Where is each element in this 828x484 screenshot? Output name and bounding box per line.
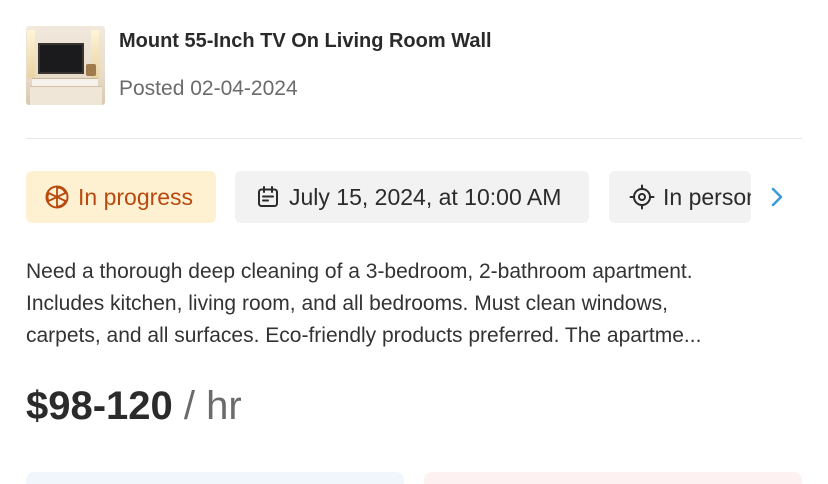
job-thumbnail[interactable] — [26, 26, 105, 105]
date-chip: July 15, 2024, at 10:00 AM — [235, 171, 589, 223]
in-progress-icon — [44, 184, 70, 210]
price-amount: $98-120 — [26, 384, 173, 428]
price-unit: / hr — [172, 384, 242, 428]
description-line: Need a thorough deep cleaning of a 3-bed… — [26, 260, 693, 283]
chevron-right-icon[interactable] — [763, 183, 791, 211]
action-button-left[interactable] — [26, 472, 404, 484]
status-label: In progress — [78, 183, 194, 210]
thumbnail-tv — [38, 43, 84, 74]
job-meta-chips: In progress July 15, 2024, at 10:00 AM I… — [26, 171, 802, 223]
job-description: Need a thorough deep cleaning of a 3-bed… — [26, 256, 806, 352]
header-divider — [26, 138, 802, 139]
description-line: Includes kitchen, living room, and all b… — [26, 292, 668, 315]
calendar-icon — [255, 184, 281, 210]
thumbnail-decor — [86, 64, 96, 76]
location-label: In person — [663, 183, 751, 210]
action-button-right[interactable] — [424, 472, 802, 484]
thumbnail-cabinet — [30, 86, 102, 105]
status-chip: In progress — [26, 171, 216, 223]
job-title[interactable]: Mount 55-Inch TV On Living Room Wall — [119, 30, 492, 53]
posted-date: Posted 02-04-2024 — [119, 77, 298, 100]
job-card: Mount 55-Inch TV On Living Room Wall Pos… — [0, 0, 828, 484]
job-price: $98-120 / hr — [26, 384, 242, 429]
job-header: Mount 55-Inch TV On Living Room Wall Pos… — [26, 26, 802, 106]
location-target-icon — [629, 184, 655, 210]
location-chip: In person — [609, 171, 751, 223]
thumbnail-light-left — [27, 30, 35, 78]
description-line: carpets, and all surfaces. Eco-friendly … — [26, 324, 702, 347]
date-label: July 15, 2024, at 10:00 AM — [289, 183, 562, 210]
